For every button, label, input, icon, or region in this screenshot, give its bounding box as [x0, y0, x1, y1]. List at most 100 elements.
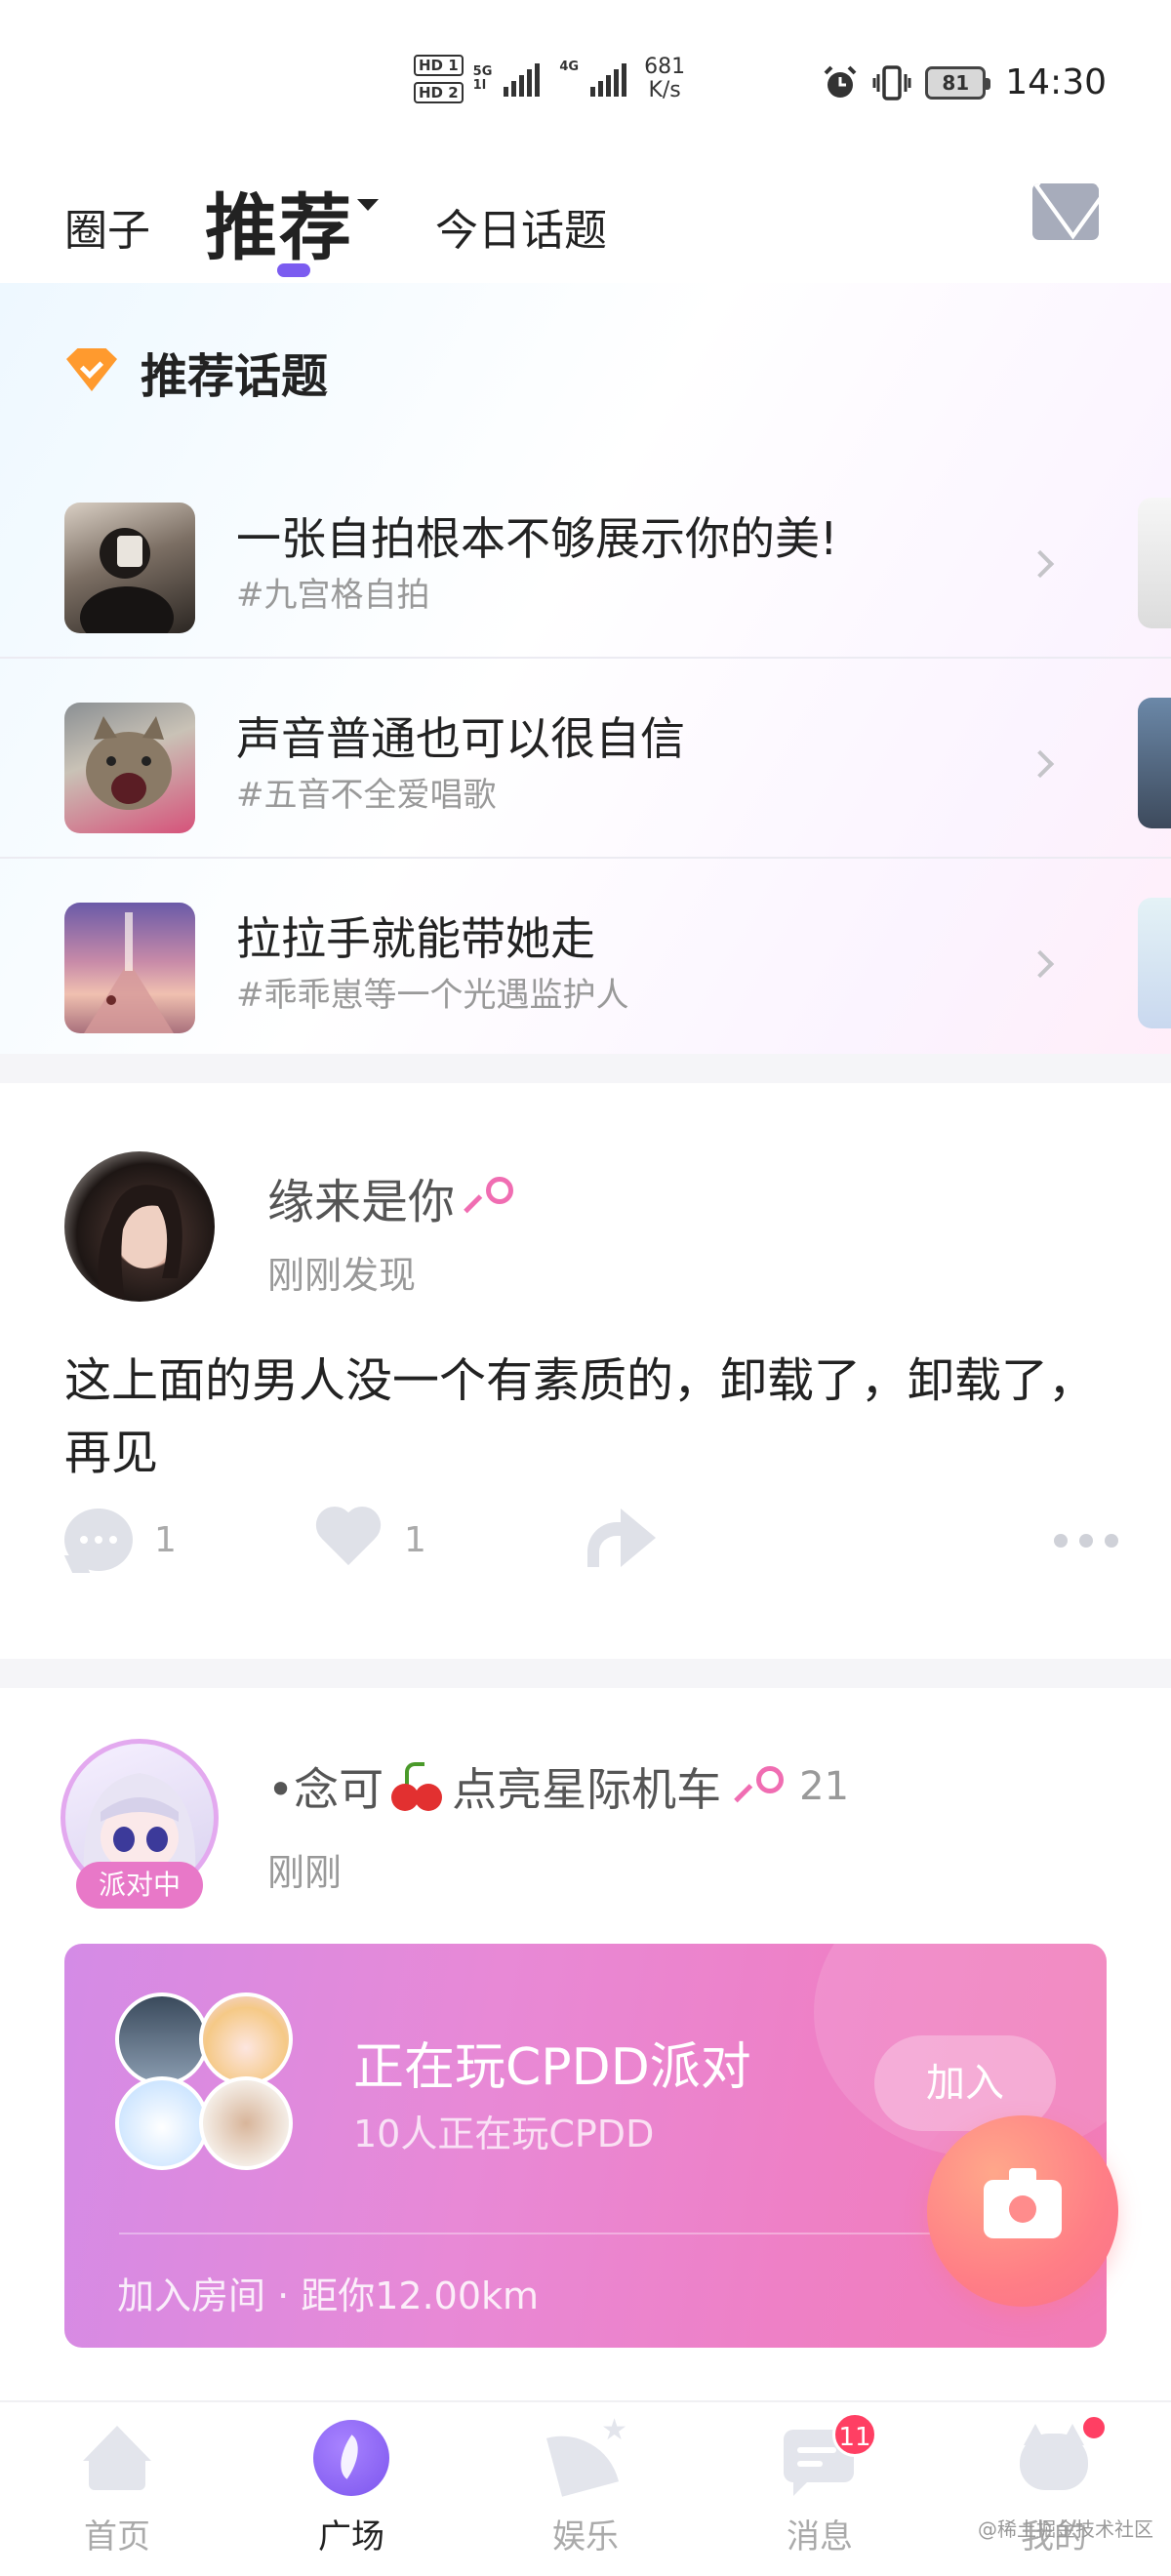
party-distance: 加入房间 · 距你12.00km: [117, 2274, 540, 2317]
post-username[interactable]: 缘来是你: [267, 1163, 514, 1231]
member-avatar: [199, 1992, 293, 2086]
topic-title: 拉拉手就能带她走: [236, 912, 595, 965]
post-content: 这上面的男人没一个有素质的，卸载了，卸载了，再见: [64, 1353, 1096, 1480]
notification-dot: [1080, 2414, 1108, 2441]
sig2-tag: 4G: [559, 60, 580, 74]
network-indicators: HD 1 HD 2 5G 1l 4G 681 K/s: [414, 55, 685, 103]
speed-unit: K/s: [648, 78, 681, 102]
crown-badge-icon: [64, 344, 119, 399]
chevron-right-icon: [1026, 749, 1055, 779]
nav-plaza[interactable]: 广场: [254, 2420, 449, 2557]
feed-post[interactable]: 缘来是你 刚刚发现 这上面的男人没一个有素质的，卸载了，卸载了，再见 1 1: [0, 1083, 1171, 1659]
username-prefix: •念可: [267, 1763, 384, 1816]
profile-icon: [1016, 2414, 1108, 2496]
topic-peek-image: [1138, 498, 1171, 628]
post-username[interactable]: •念可 点亮星际机车 21: [267, 1754, 849, 1819]
tab-today-topics[interactable]: 今日话题: [435, 195, 607, 258]
comment-icon: [64, 1509, 133, 1571]
camera-fab-button[interactable]: [927, 2115, 1118, 2307]
speed-value: 681: [644, 55, 686, 79]
signal-5g-icon: [504, 61, 541, 97]
member-avatar: [199, 2076, 293, 2170]
status-badge: 派对中: [76, 1862, 203, 1909]
username-text: 缘来是你: [267, 1175, 456, 1229]
post-time: 刚刚发现: [267, 1254, 417, 1297]
vibrate-icon: [872, 64, 911, 101]
hd2-indicator: HD 2: [414, 82, 464, 103]
chevron-right-icon: [1026, 549, 1055, 579]
topics-title: 推荐话题: [141, 349, 329, 404]
like-button[interactable]: 1: [314, 1509, 426, 1571]
watermark: @稀土掘金技术社区: [978, 2517, 1153, 2541]
topic-tag: #五音不全爱唱歌: [236, 776, 497, 815]
post-time: 刚刚: [267, 1851, 343, 1894]
nav-label: 消息: [787, 2517, 853, 2556]
topic-thumbnail: [64, 503, 195, 633]
nav-home[interactable]: 首页: [20, 2420, 215, 2557]
bottom-nav: 首页 广场 ★ 娱乐 11 消息 我的: [0, 2400, 1171, 2576]
comment-button[interactable]: 1: [64, 1509, 177, 1571]
nav-label: 广场: [318, 2517, 384, 2556]
post-actions: 1 1: [64, 1509, 1118, 1587]
nav-messages[interactable]: 11 消息: [722, 2412, 917, 2557]
topic-peek-image: [1138, 698, 1171, 828]
share-icon: [587, 1509, 656, 1567]
tab-circle[interactable]: 圈子: [64, 195, 150, 258]
username-suffix: 点亮星际机车: [452, 1763, 722, 1816]
member-avatar: [115, 1992, 209, 2086]
topic-tag: #九宫格自拍: [236, 576, 430, 615]
cherry-icon: [391, 1762, 444, 1811]
avatar[interactable]: [64, 1151, 215, 1302]
heart-icon: [314, 1509, 383, 1571]
signal-4g-icon: [590, 61, 627, 97]
topic-thumbnail: [64, 903, 195, 1033]
comment-count: 1: [154, 1519, 177, 1560]
clock: 14:30: [1005, 62, 1107, 102]
female-icon: [734, 1766, 785, 1807]
tab-recommend[interactable]: 推荐: [205, 170, 353, 274]
chevron-right-icon: [1026, 949, 1055, 979]
network-speed: 681 K/s: [644, 56, 685, 102]
party-subtitle: 10人正在玩CPDD: [353, 2113, 655, 2155]
share-button[interactable]: [587, 1509, 656, 1567]
topic-list: 一张自拍根本不够展示你的美! #九宫格自拍 声音普通也可以很自信 #五音不全爱唱…: [0, 459, 1171, 1059]
sig1-tag-top: 5G: [472, 64, 493, 79]
topic-peek-image: [1138, 898, 1171, 1028]
hd1-indicator: HD 1: [414, 55, 464, 76]
plaza-icon: [313, 2420, 389, 2496]
message-icon: 11: [782, 2412, 877, 2496]
more-options-icon[interactable]: [1054, 1534, 1118, 1548]
section-divider: [0, 1054, 1171, 1083]
topics-header: 推荐话题: [64, 338, 328, 406]
member-avatar: [115, 2076, 209, 2170]
home-icon: [79, 2420, 155, 2496]
party-title: 正在玩CPDD派对: [353, 2038, 751, 2097]
sig1-tag-bottom: 1l: [472, 78, 487, 93]
nav-label: 娱乐: [552, 2517, 619, 2556]
topic-title: 声音普通也可以很自信: [236, 712, 685, 765]
topic-item[interactable]: 一张自拍根本不够展示你的美! #九宫格自拍: [0, 459, 1171, 659]
nav-entertainment[interactable]: ★ 娱乐: [488, 2416, 683, 2557]
envelope-icon[interactable]: [1032, 183, 1099, 240]
chevron-down-icon[interactable]: [357, 199, 379, 211]
battery-indicator: 81: [925, 65, 991, 100]
topic-item[interactable]: 拉拉手就能带她走 #乖乖崽等一个光遇监护人: [0, 859, 1171, 1059]
camera-icon: [984, 2168, 1062, 2238]
status-bar: HD 1 HD 2 5G 1l 4G 681 K/s 81 14:30: [0, 0, 1171, 166]
active-tab-indicator: [277, 263, 310, 277]
topic-title: 一张自拍根本不够展示你的美!: [236, 512, 838, 565]
section-divider: [0, 1659, 1171, 1688]
female-icon: [464, 1177, 514, 1218]
topic-tag: #乖乖崽等一个光遇监护人: [236, 976, 629, 1015]
card-divider: [119, 2233, 1056, 2234]
unread-badge: 11: [832, 2412, 877, 2457]
top-tabs: 圈子 推荐 今日话题: [0, 166, 1171, 283]
alarm-icon: [824, 65, 857, 98]
user-level: 21: [799, 1764, 850, 1809]
status-right: 81 14:30: [822, 62, 1107, 102]
topic-thumbnail: [64, 703, 195, 833]
recommended-topics: 推荐话题 一张自拍根本不够展示你的美! #九宫格自拍 声音普通也可以很自信 #五…: [0, 283, 1171, 1054]
entertainment-icon: ★: [545, 2416, 627, 2497]
topic-item[interactable]: 声音普通也可以很自信 #五音不全爱唱歌: [0, 659, 1171, 859]
party-room-card[interactable]: 正在玩CPDD派对 10人正在玩CPDD 加入 加入房间 · 距你12.00km: [64, 1944, 1107, 2348]
